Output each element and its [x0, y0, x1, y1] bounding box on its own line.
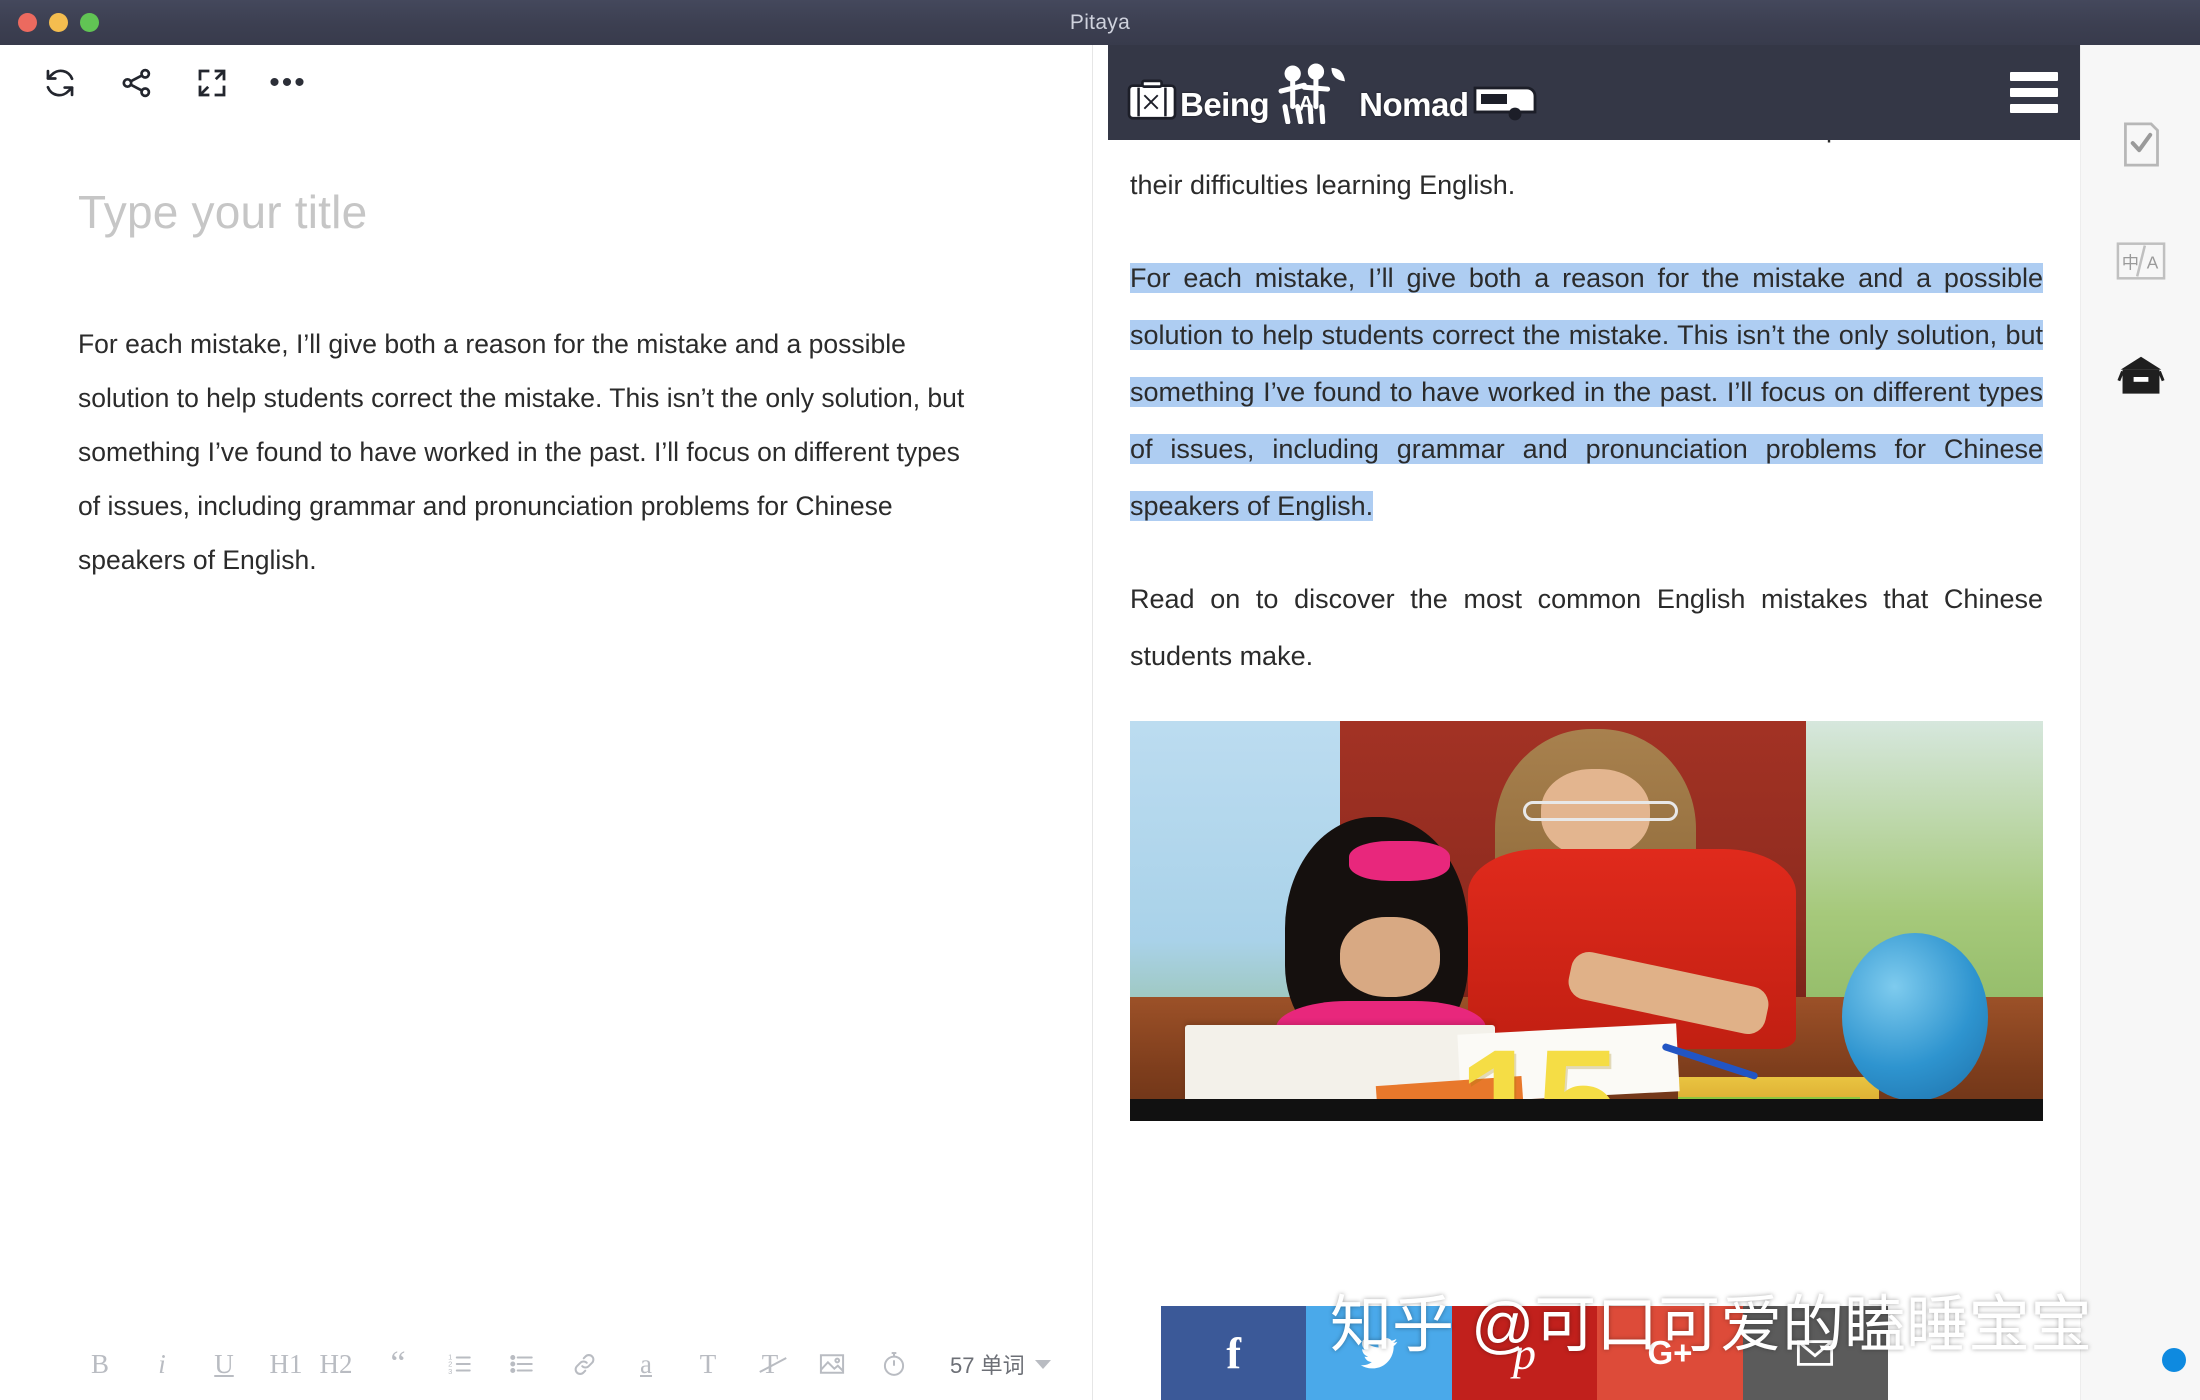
- ordered-list-icon[interactable]: 1 2 3: [438, 1341, 482, 1387]
- watermark-badge-icon: [2162, 1348, 2186, 1372]
- heading2-button[interactable]: H2: [314, 1341, 358, 1387]
- right-icon-rail: 中 A: [2080, 45, 2200, 1400]
- site-header-bar: Being A Nomad: [1108, 45, 2080, 140]
- highlight-button[interactable]: a: [624, 1341, 668, 1387]
- envelope-icon: [1797, 1340, 1834, 1366]
- preview-pane: to Chinese students. But students can us…: [1093, 45, 2080, 1400]
- italic-button[interactable]: i: [140, 1341, 184, 1387]
- stopwatch-icon[interactable]: [872, 1341, 916, 1387]
- refresh-icon[interactable]: [22, 54, 98, 112]
- blockquote-button[interactable]: “: [376, 1341, 420, 1387]
- article-paragraph-selected: For each mistake, I’ll give both a reaso…: [1130, 250, 2043, 535]
- logo-text-being: Being: [1180, 85, 1270, 123]
- logo-text-nomad: Nomad: [1359, 85, 1469, 123]
- svg-text:A: A: [1299, 91, 1314, 115]
- selection-highlight: For each mistake, I’ll give both a reaso…: [1130, 263, 2043, 521]
- suitcase-icon: [1127, 79, 1177, 120]
- document-title-input[interactable]: Type your title: [78, 185, 978, 239]
- zoom-window-button[interactable]: [80, 13, 99, 32]
- bold-button[interactable]: B: [78, 1341, 122, 1387]
- translate-zh-en-icon: 中 A: [2116, 242, 2165, 280]
- svg-text:中: 中: [2121, 254, 2138, 274]
- social-share-bar: f p G+: [1161, 1306, 1889, 1400]
- close-window-button[interactable]: [18, 13, 37, 32]
- window-titlebar: Pitaya: [0, 0, 2200, 45]
- google-plus-icon: G+: [1647, 1334, 1693, 1371]
- image-icon[interactable]: [810, 1341, 854, 1387]
- article-content: to Chinese students. But students can us…: [1093, 45, 2080, 1400]
- chevron-down-icon: [1034, 1359, 1051, 1369]
- word-count-label: 57 单词: [950, 1353, 1025, 1378]
- article-paragraph-readon: Read on to discover the most common Engl…: [1130, 584, 2043, 671]
- underline-button[interactable]: U: [202, 1341, 246, 1387]
- fullscreen-icon[interactable]: [174, 54, 250, 112]
- text-style-button[interactable]: T: [686, 1341, 730, 1387]
- hamburger-menu-icon[interactable]: [2010, 72, 2058, 113]
- document-check-icon: [2123, 122, 2159, 167]
- svg-text:A: A: [2146, 253, 2158, 273]
- svg-text:3: 3: [448, 1367, 452, 1376]
- word-count-selector[interactable]: 57 单词: [950, 1348, 1051, 1380]
- share-icon[interactable]: [98, 54, 174, 112]
- strikethrough-T-icon[interactable]: T: [748, 1341, 792, 1387]
- share-facebook-button[interactable]: f: [1161, 1306, 1307, 1400]
- traffic-light-buttons[interactable]: [18, 13, 99, 32]
- editor-pane: ••• Type your title For each mistake, I’…: [0, 45, 1092, 1400]
- document-body-text[interactable]: For each mistake, I’ll give both a reaso…: [78, 317, 968, 587]
- formatting-toolbar: B i U H1 H2 “ 1 2 3 a T T 57 单词: [0, 1328, 1092, 1400]
- facebook-icon: f: [1226, 1328, 1242, 1378]
- pinterest-p-icon: p: [1513, 1327, 1537, 1379]
- share-twitter-button[interactable]: [1306, 1306, 1452, 1400]
- archive-box-icon: [2116, 356, 2165, 394]
- bullet-list-icon[interactable]: [500, 1341, 544, 1387]
- rail-item-translate[interactable]: 中 A: [2113, 233, 2169, 289]
- article-image: 15: [1130, 721, 2043, 1121]
- rail-item-archive[interactable]: [2113, 349, 2169, 405]
- rail-item-checklist[interactable]: [2113, 117, 2169, 173]
- site-logo[interactable]: Being A Nomad: [1126, 62, 1539, 124]
- photo-bottom-bar: [1130, 1099, 2043, 1121]
- editor-toolbar: •••: [0, 45, 1092, 120]
- heading1-button[interactable]: H1: [264, 1341, 308, 1387]
- caravan-icon: [1473, 86, 1536, 120]
- share-googleplus-button[interactable]: G+: [1597, 1306, 1743, 1400]
- window-title: Pitaya: [1069, 10, 1131, 34]
- share-email-button[interactable]: [1742, 1306, 1889, 1400]
- share-pinterest-button[interactable]: p: [1451, 1306, 1598, 1400]
- app-window: Pitaya ••• Type your title For each mist…: [0, 0, 2200, 1400]
- more-options-icon[interactable]: •••: [250, 54, 326, 112]
- link-icon[interactable]: [562, 1341, 606, 1387]
- family-icon: A: [1278, 63, 1346, 124]
- twitter-bird-icon: [1360, 1338, 1398, 1369]
- minimize-window-button[interactable]: [49, 13, 68, 32]
- teacher-helping-student-photo: 15: [1130, 721, 2043, 1121]
